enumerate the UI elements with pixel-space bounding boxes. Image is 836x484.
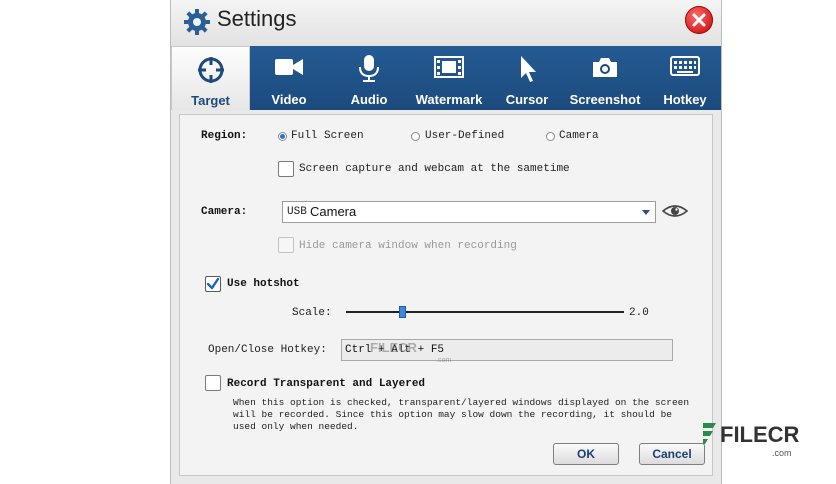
scale-slider-track[interactable] [346, 311, 624, 313]
record-transparent-checkbox[interactable] [205, 375, 221, 391]
tab-label: Watermark [415, 92, 483, 107]
tab-screenshot[interactable]: Screenshot [569, 46, 641, 110]
tab-label: Audio [350, 92, 388, 107]
camera-select[interactable]: USB Camera [282, 201, 656, 223]
eye-icon[interactable] [662, 203, 688, 219]
cancel-button[interactable]: Cancel [639, 443, 705, 465]
cursor-icon [521, 56, 536, 82]
close-icon [692, 13, 706, 27]
radio-user-defined-label: User-Defined [425, 130, 505, 142]
tab-watermark[interactable]: Watermark [409, 46, 489, 110]
window-title: Settings [217, 6, 297, 31]
use-hotshot-label: Use hotshot [227, 278, 300, 290]
radio-camera-label: Camera [559, 130, 599, 142]
title-bar: Settings [171, 0, 721, 46]
camera-icon [593, 58, 617, 77]
tab-audio[interactable]: Audio [337, 46, 401, 110]
scale-slider-thumb[interactable] [399, 306, 406, 318]
hide-camera-checkbox-label: Hide camera window when recording [299, 240, 517, 252]
watermark-brand-large: FILECR [720, 422, 800, 447]
tab-cursor[interactable]: Cursor [495, 46, 559, 110]
camera-select-value: Camera [310, 204, 357, 219]
tab-bar: Target Video Audio Watermark Cursor Scre… [171, 46, 721, 110]
tab-hotkey[interactable]: Hotkey [653, 46, 717, 110]
ok-button[interactable]: OK [553, 443, 619, 465]
use-hotshot-checkbox[interactable] [205, 276, 221, 292]
keyboard-icon [670, 56, 700, 76]
microphone-icon [359, 55, 379, 82]
filecr-logo-icon [703, 423, 716, 444]
tab-label: Screenshot [569, 92, 641, 107]
tab-label: Cursor [505, 92, 549, 107]
film-icon [434, 56, 464, 78]
webcam-checkbox-label: Screen capture and webcam at the sametim… [299, 163, 570, 175]
radio-user-defined[interactable] [411, 132, 420, 141]
close-button[interactable] [685, 6, 713, 34]
hotkey-label: Open/Close Hotkey: [208, 344, 327, 356]
video-camera-icon [275, 59, 303, 75]
radio-full-screen-label: Full Screen [291, 130, 364, 142]
watermark-domain-small: .com [436, 357, 452, 364]
tab-video[interactable]: Video [257, 46, 321, 110]
tab-target[interactable]: Target [171, 46, 250, 110]
radio-camera[interactable] [546, 132, 555, 141]
target-panel: Region: Full Screen User-Defined Camera … [179, 114, 713, 476]
watermark-domain: .com [772, 448, 792, 458]
tab-label: Target [191, 93, 230, 108]
camera-select-prefix: USB [287, 206, 307, 218]
scale-value: 2.0 [629, 307, 649, 319]
record-transparent-description: When this option is checked, transparent… [233, 397, 690, 432]
webcam-checkbox[interactable] [278, 161, 294, 177]
chevron-down-icon [642, 210, 650, 215]
record-transparent-label: Record Transparent and Layered [227, 378, 426, 390]
radio-full-screen[interactable] [278, 132, 287, 141]
watermark-brand: FILECR [370, 340, 417, 355]
checkmark-icon [206, 277, 220, 290]
region-label: Region: [201, 130, 248, 142]
camera-label: Camera: [201, 206, 248, 218]
settings-window: Settings Target Video Audio Watermark Cu… [170, 0, 722, 484]
hide-camera-checkbox[interactable] [278, 237, 294, 253]
tab-label: Video [271, 92, 307, 107]
gear-icon [184, 9, 210, 35]
target-icon [197, 57, 224, 83]
scale-label: Scale: [292, 307, 332, 319]
tab-label: Hotkey [663, 92, 707, 107]
watermark-logo-small: FILECR [370, 340, 417, 355]
